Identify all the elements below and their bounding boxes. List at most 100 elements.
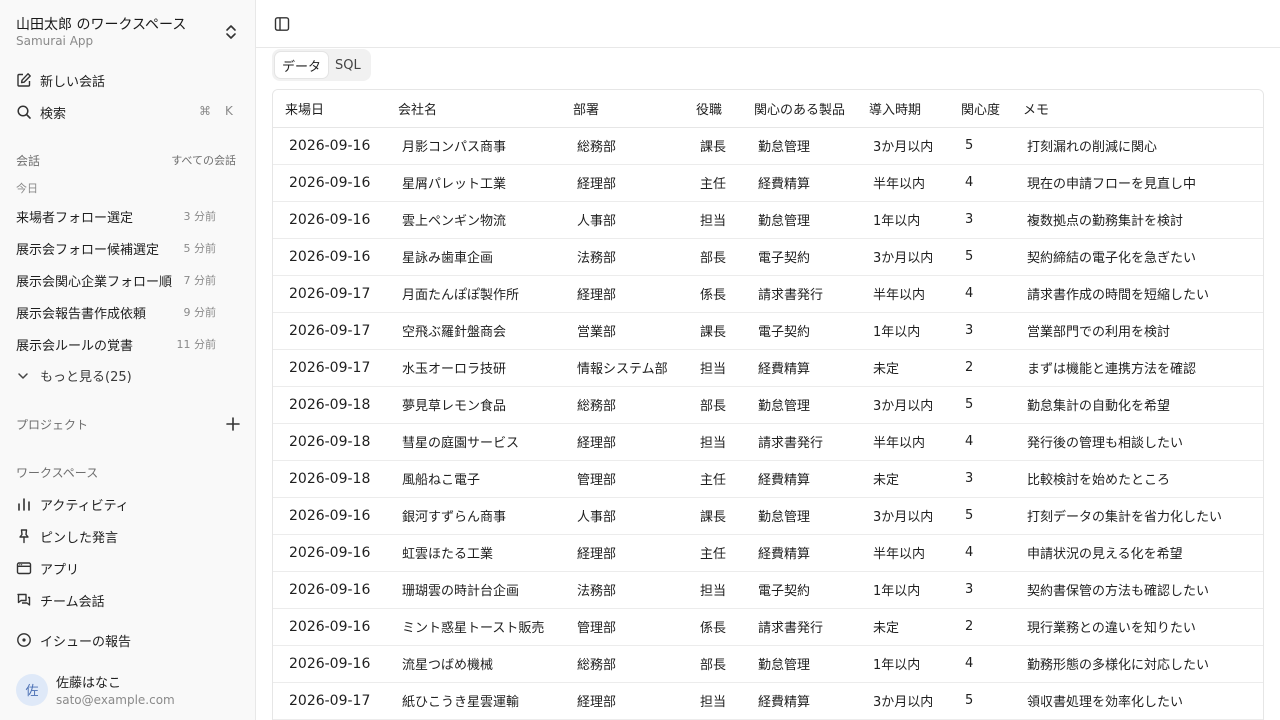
cell-department: 人事部	[561, 497, 684, 535]
sidebar-toggle-icon[interactable]	[274, 16, 290, 32]
cell-position: 課長	[684, 497, 742, 535]
cell-position: 部長	[684, 238, 742, 276]
search-button[interactable]: 検索	[16, 101, 66, 123]
cell-visit-date: 2026-09-18	[273, 423, 386, 461]
column-header-timing[interactable]: 導入時期	[857, 90, 949, 128]
cell-department: 総務部	[561, 645, 684, 683]
cell-interest: 5	[949, 127, 1011, 165]
cell-company: 雲上ペンギン物流	[386, 201, 561, 239]
sidebar-item-activity[interactable]: アクティビティ	[16, 493, 129, 515]
table-row[interactable]: 2026-09-17 空飛ぶ羅針盤商会 営業部 課長 電子契約 1年以内 3 営業部門での利用…	[273, 312, 1263, 350]
cell-interest: 5	[949, 497, 1011, 535]
cell-interest: 2	[949, 349, 1011, 387]
cell-department: 管理部	[561, 460, 684, 498]
cell-memo: 請求書作成の時間を短縮したい	[1011, 275, 1263, 313]
cell-position: 主任	[684, 534, 742, 572]
table-row[interactable]: 2026-09-16 流星つばめ機械 総務部 部長 勤怠管理 1年以内 4 勤務形態の多様化に…	[273, 645, 1263, 683]
sidebar-item-apps[interactable]: アプリ	[16, 557, 79, 579]
conversation-title: 展示会フォロー候補選定	[16, 242, 160, 258]
view-tabs: データ SQL	[272, 49, 371, 81]
cell-visit-date: 2026-09-16	[273, 645, 386, 683]
cell-interest: 2	[949, 608, 1011, 646]
report-issue-button[interactable]: イシューの報告	[16, 629, 131, 651]
cell-product: 勤怠管理	[742, 201, 857, 239]
cell-timing: 半年以内	[857, 423, 949, 461]
cell-visit-date: 2026-09-16	[273, 201, 386, 239]
new-chat-button[interactable]: 新しい会話	[16, 69, 105, 91]
tab-sql[interactable]: SQL	[328, 52, 368, 78]
conversation-item[interactable]: 展示会関心企業フォロー順 7 分前	[16, 270, 216, 290]
cell-product: 勤怠管理	[742, 645, 857, 683]
cell-timing: 1年以内	[857, 312, 949, 350]
conversation-item[interactable]: 展示会ルールの覚書 11 分前	[16, 334, 216, 354]
conversation-item[interactable]: 展示会報告書作成依頼 9 分前	[16, 302, 216, 322]
table-row[interactable]: 2026-09-16 雲上ペンギン物流 人事部 担当 勤怠管理 1年以内 3 複数拠点の勤務集…	[273, 201, 1263, 239]
table-row[interactable]: 2026-09-17 紙ひこうき星雲運輸 経理部 担当 経費精算 3か月以内 5 領収書処理を…	[273, 682, 1263, 720]
cell-visit-date: 2026-09-16	[273, 127, 386, 165]
cell-company: 彗星の庭園サービス	[386, 423, 561, 461]
cell-memo: 打刻漏れの削減に関心	[1011, 127, 1263, 165]
tab-data[interactable]: データ	[275, 52, 329, 78]
table-row[interactable]: 2026-09-16 星詠み歯車企画 法務部 部長 電子契約 3か月以内 5 契約締結の電子化…	[273, 238, 1263, 276]
cell-product: 経費精算	[742, 460, 857, 498]
conversation-item[interactable]: 来場者フォロー選定 3 分前	[16, 206, 216, 226]
conversation-item[interactable]: 展示会フォロー候補選定 5 分前	[16, 238, 216, 258]
cell-position: 係長	[684, 608, 742, 646]
column-header-interest[interactable]: 関心度	[949, 90, 1011, 128]
cell-visit-date: 2026-09-18	[273, 460, 386, 498]
shortcut-key: K	[225, 104, 233, 118]
chevron-updown-icon[interactable]	[222, 22, 240, 42]
cell-product: 請求書発行	[742, 608, 857, 646]
table-row[interactable]: 2026-09-16 ミント惑星トースト販売 管理部 係長 請求書発行 未定 2 現行業務との…	[273, 608, 1263, 646]
cell-department: 経理部	[561, 423, 684, 461]
table-row[interactable]: 2026-09-16 銀河すずらん商事 人事部 課長 勤怠管理 3か月以内 5 打刻データの集…	[273, 497, 1263, 535]
data-table-container: 来場日 会社名 部署 役職 関心のある製品 導入時期 関心度 メモ 2026-09-16 月影コ…	[272, 89, 1264, 720]
plus-icon[interactable]	[225, 416, 241, 432]
new-chat-label: 新しい会話	[40, 74, 106, 90]
table-row[interactable]: 2026-09-16 月影コンパス商事 総務部 課長 勤怠管理 3か月以内 5 打刻漏れの削減…	[273, 127, 1263, 165]
column-header-visit-date[interactable]: 来場日	[273, 90, 386, 128]
sidebar-item-label: チーム会話	[40, 594, 105, 610]
pin-icon	[19, 529, 29, 544]
cell-product: 勤怠管理	[742, 497, 857, 535]
cell-product: 経費精算	[742, 534, 857, 572]
sidebar-item-pinned[interactable]: ピンした発言	[16, 525, 118, 547]
table-body: 2026-09-16 月影コンパス商事 総務部 課長 勤怠管理 3か月以内 5 打刻漏れの削減…	[273, 127, 1263, 720]
user-profile[interactable]: 佐 佐藤はなこ sato@example.com	[16, 672, 175, 707]
cell-department: 経理部	[561, 534, 684, 572]
show-more-button[interactable]: もっと見る(25)	[16, 366, 132, 385]
cell-department: 法務部	[561, 238, 684, 276]
cell-position: 係長	[684, 275, 742, 313]
conversation-time: 11 分前	[176, 338, 217, 351]
table-row[interactable]: 2026-09-16 星屑パレット工業 経理部 主任 経費精算 半年以内 4 現在の申請フロー…	[273, 164, 1263, 202]
cell-company: 月影コンパス商事	[386, 127, 561, 165]
table-row[interactable]: 2026-09-17 水玉オーロラ技研 情報システム部 担当 経費精算 未定 2 まずは機能と…	[273, 349, 1263, 387]
column-header-company[interactable]: 会社名	[386, 90, 561, 128]
all-conversations-link[interactable]: すべての会話	[171, 152, 236, 168]
top-bar	[256, 0, 1280, 48]
search-label: 検索	[40, 106, 67, 122]
cell-product: 経費精算	[742, 682, 857, 720]
cell-department: 総務部	[561, 127, 684, 165]
cell-interest: 3	[949, 312, 1011, 350]
column-header-product[interactable]: 関心のある製品	[742, 90, 857, 128]
column-header-position[interactable]: 役職	[684, 90, 742, 128]
workspace-title[interactable]: 山田太郎 のワークスペース	[16, 14, 186, 34]
column-header-memo[interactable]: メモ	[1011, 90, 1263, 128]
table-row[interactable]: 2026-09-16 珊瑚雲の時計台企画 法務部 担当 電子契約 1年以内 3 契約書保管の方…	[273, 571, 1263, 609]
column-header-department[interactable]: 部署	[561, 90, 684, 128]
cell-timing: 1年以内	[857, 201, 949, 239]
bar-chart-icon	[18, 498, 30, 511]
table-row[interactable]: 2026-09-16 虹雲ほたる工業 経理部 主任 経費精算 半年以内 4 申請状況の見える化…	[273, 534, 1263, 572]
cell-product: 勤怠管理	[742, 127, 857, 165]
table-row[interactable]: 2026-09-18 夢見草レモン食品 総務部 部長 勤怠管理 3か月以内 5 勤怠集計の自動…	[273, 386, 1263, 424]
table-row[interactable]: 2026-09-18 彗星の庭園サービス 経理部 担当 請求書発行 半年以内 4 発行後の管理…	[273, 423, 1263, 461]
cell-visit-date: 2026-09-17	[273, 682, 386, 720]
sidebar-item-team-chat[interactable]: チーム会話	[16, 589, 105, 611]
cell-visit-date: 2026-09-17	[273, 275, 386, 313]
cell-department: 管理部	[561, 608, 684, 646]
cell-interest: 5	[949, 386, 1011, 424]
cell-position: 担当	[684, 349, 742, 387]
table-row[interactable]: 2026-09-18 風船ねこ電子 管理部 主任 経費精算 未定 3 比較検討を始めたところ	[273, 460, 1263, 498]
table-row[interactable]: 2026-09-17 月面たんぽぽ製作所 経理部 係長 請求書発行 半年以内 4 請求書作成の…	[273, 275, 1263, 313]
